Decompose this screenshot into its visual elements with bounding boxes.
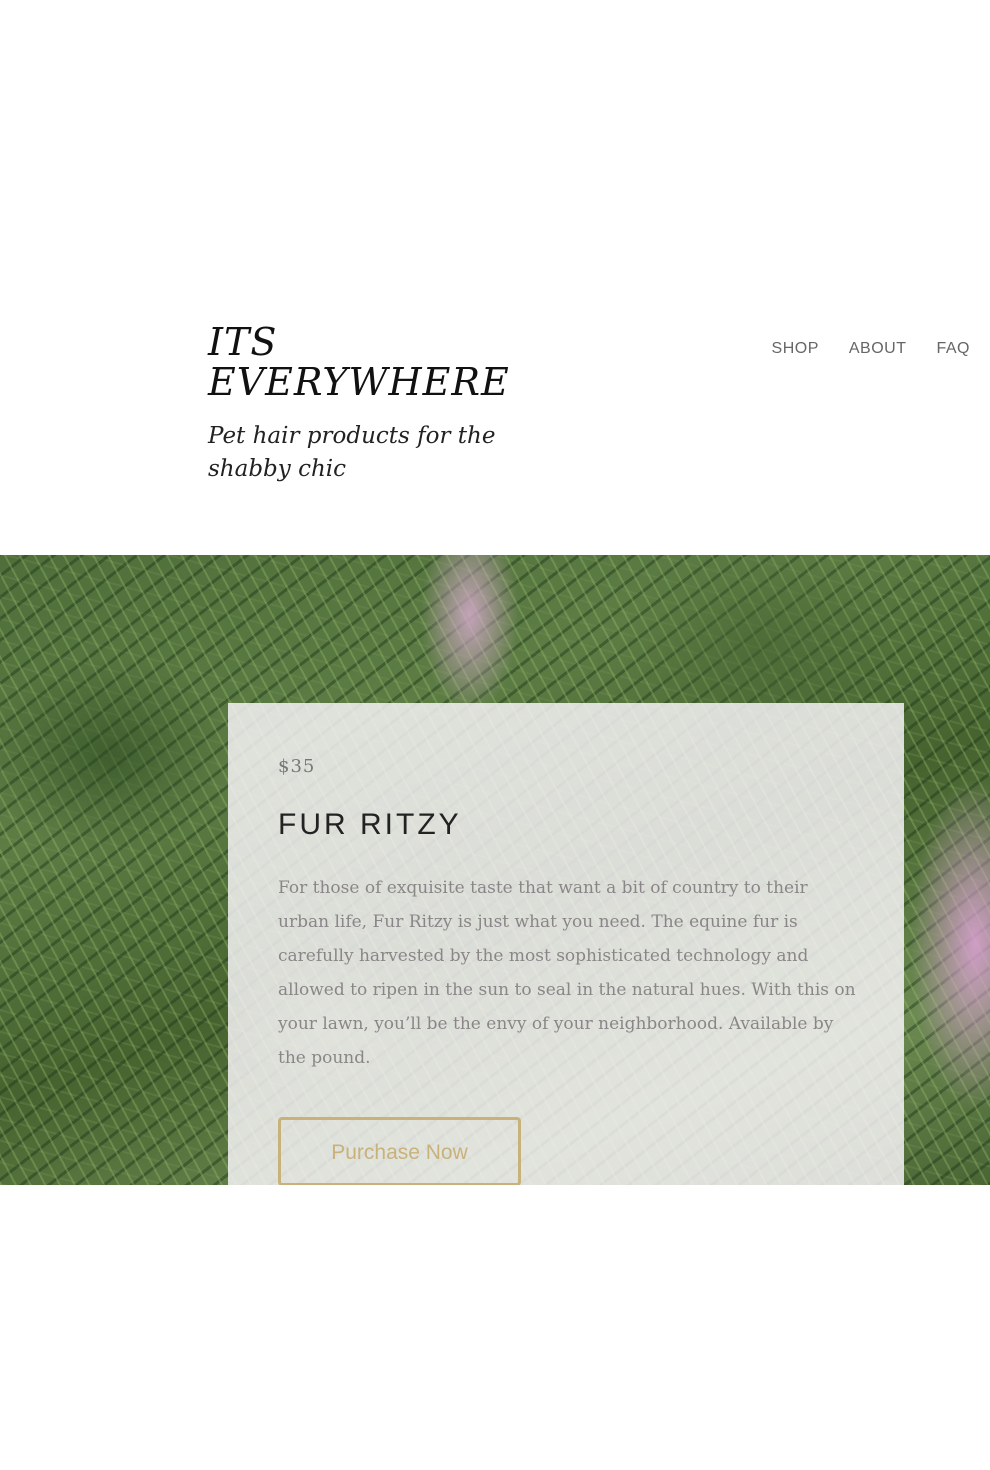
site-tagline: Pet hair products for the shabby chic (208, 423, 496, 482)
main-nav: SHOP ABOUT FAQ (772, 340, 970, 358)
hero-section: $35 FUR RITZY For those of exquisite tas… (0, 555, 990, 1185)
product-card: $35 FUR RITZY For those of exquisite tas… (228, 703, 904, 1185)
site-title[interactable]: ITS EVERYWHERE (208, 322, 528, 402)
product-description: For those of exquisite taste that want a… (278, 878, 856, 1068)
nav-item-about[interactable]: ABOUT (849, 340, 907, 358)
site-header: ITS EVERYWHERE Pet hair products for the… (0, 0, 990, 555)
product-name: FUR RITZY (278, 808, 462, 841)
product-price: $35 (278, 756, 316, 777)
purchase-now-button[interactable]: Purchase Now (278, 1117, 521, 1185)
nav-item-faq[interactable]: FAQ (936, 340, 970, 358)
brand: ITS EVERYWHERE Pet hair products for the… (208, 322, 548, 486)
nav-item-shop[interactable]: SHOP (772, 340, 819, 358)
